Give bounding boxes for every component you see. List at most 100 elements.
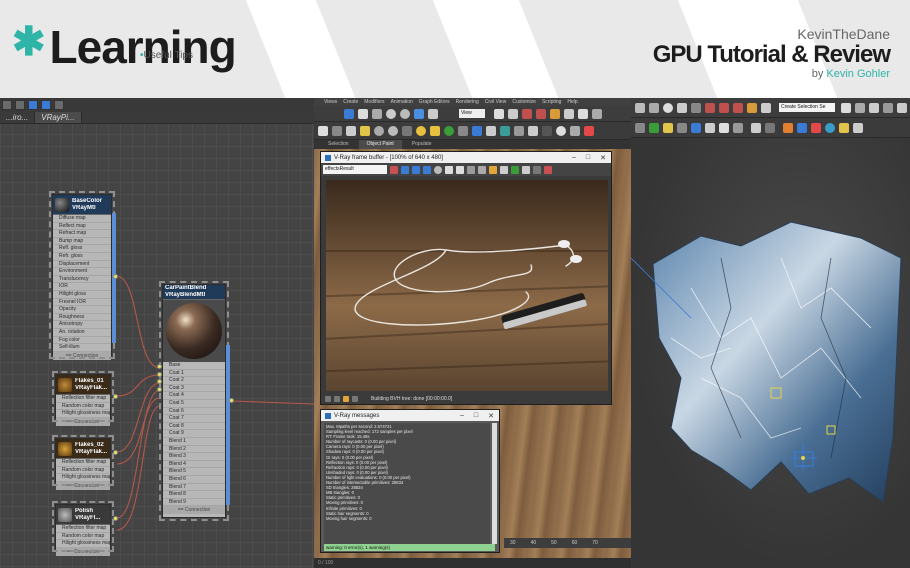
clear-icon[interactable] (467, 165, 475, 174)
link-icon[interactable] (635, 103, 645, 113)
node-slot[interactable]: Coat 3 (163, 385, 225, 393)
node-slot[interactable]: Reflect map (53, 223, 111, 231)
align-icon[interactable] (592, 109, 602, 119)
node-slot[interactable]: Coat 8 (163, 423, 225, 431)
proxy-icon[interactable] (402, 126, 412, 136)
node-slot[interactable]: Coat 5 (163, 400, 225, 408)
reference-icon[interactable] (691, 103, 701, 113)
angle-snap-icon[interactable] (522, 109, 532, 119)
node-flakes01[interactable]: Flakes_01 VRayFlak... Reflection filter m… (52, 371, 114, 426)
toggle-icon[interactable] (570, 126, 580, 136)
tab-populate[interactable]: Populate (404, 140, 440, 149)
input-port[interactable] (157, 364, 162, 369)
input-port[interactable] (157, 379, 162, 384)
phoenix-icon[interactable] (839, 123, 849, 133)
node-slot[interactable]: Reflection filter map (56, 525, 110, 533)
menu-item[interactable]: Scripting (542, 98, 561, 106)
edit-named-sets-icon[interactable] (564, 109, 574, 119)
node-slot[interactable]: Anisotropy (53, 321, 111, 329)
node-slot[interactable]: Random color map (56, 403, 110, 411)
material-icon[interactable] (388, 126, 398, 136)
render-frame-icon[interactable] (332, 126, 342, 136)
node-slot[interactable]: An. rotation (53, 329, 111, 337)
input-port[interactable] (157, 387, 162, 392)
node-slot[interactable]: Blend 1 (163, 438, 225, 446)
region-icon[interactable] (500, 165, 508, 174)
unlink-icon[interactable] (649, 103, 659, 113)
node-slot[interactable]: Fresnel IOR (53, 299, 111, 307)
lens-icon[interactable] (334, 396, 340, 402)
angle-snap-icon[interactable] (719, 103, 729, 113)
node-slot[interactable]: Random color map (56, 533, 110, 541)
timeline[interactable]: 30 40 50 60 70 (504, 538, 631, 548)
node-slot[interactable]: Hilight glossiness map (56, 410, 110, 418)
node-slot[interactable]: Environment (53, 268, 111, 276)
sun-icon[interactable] (416, 126, 426, 136)
node-slot[interactable]: Hilight gloss (53, 291, 111, 299)
output-port[interactable] (113, 274, 118, 279)
lister-icon[interactable] (542, 126, 552, 136)
render-icon[interactable] (783, 123, 793, 133)
node-slot[interactable]: Coat 9 (163, 430, 225, 438)
node-slot[interactable]: Blend 6 (163, 476, 225, 484)
alpha-channel-icon[interactable] (423, 165, 431, 174)
move-icon[interactable] (663, 103, 673, 113)
menu-item[interactable]: Customize (512, 98, 536, 106)
minimize-icon[interactable]: – (460, 412, 464, 420)
maximize-icon[interactable]: □ (474, 412, 478, 420)
menu-item[interactable]: Graph Editors (419, 98, 450, 106)
node-slot[interactable]: Coat 6 (163, 408, 225, 416)
fire-icon[interactable] (811, 123, 821, 133)
node-slot[interactable]: Blend 5 (163, 468, 225, 476)
close-icon[interactable]: ✕ (600, 154, 606, 162)
node-slot[interactable]: Coat 4 (163, 392, 225, 400)
mesh-export-icon[interactable] (528, 126, 538, 136)
physical-camera-icon[interactable] (705, 123, 715, 133)
node-slot[interactable]: Diffuse map (53, 215, 111, 223)
output-port[interactable] (113, 450, 118, 455)
select-icon[interactable] (344, 109, 354, 119)
ocean-icon[interactable] (825, 123, 835, 133)
node-slot[interactable]: Coat 7 (163, 415, 225, 423)
node-slot[interactable]: Refl. gloss (53, 245, 111, 253)
select-region-icon[interactable] (358, 109, 368, 119)
node-flakes02[interactable]: Flakes_02 VRayFlak... Reflection filter m… (52, 435, 114, 490)
save-all-icon[interactable] (456, 165, 464, 174)
maximize-icon[interactable]: □ (586, 154, 590, 162)
node-slot[interactable]: Coat 1 (163, 370, 225, 378)
stop-icon[interactable] (533, 165, 541, 174)
channel-select[interactable]: effectsResult (323, 165, 387, 174)
debug-icon[interactable] (584, 126, 594, 136)
scale-icon[interactable] (414, 109, 424, 119)
menu-item[interactable]: Help (567, 98, 577, 106)
node-slot[interactable]: Coat 2 (163, 377, 225, 385)
window-crossing-icon[interactable] (372, 109, 382, 119)
node-slot[interactable]: Hilight glossiness map (56, 474, 110, 482)
tab-selection[interactable]: Selection (320, 140, 357, 149)
output-port[interactable] (229, 398, 234, 403)
node-slot[interactable]: Random color map (56, 467, 110, 475)
exporter-icon[interactable] (514, 126, 524, 136)
place-icon[interactable] (677, 103, 687, 113)
output-port[interactable] (113, 394, 118, 399)
green-channel-icon[interactable] (401, 165, 409, 174)
node-slot[interactable]: Reflection filter map (56, 395, 110, 403)
link-icon[interactable] (522, 165, 530, 174)
node-slot[interactable]: Fog color (53, 337, 111, 345)
track-mouse-icon[interactable] (489, 165, 497, 174)
input-port[interactable] (157, 372, 162, 377)
fur-icon[interactable] (649, 123, 659, 133)
settings-icon[interactable] (853, 123, 863, 133)
stamp-icon[interactable] (352, 396, 358, 402)
vrscene-icon[interactable] (719, 123, 729, 133)
named-sets-icon[interactable] (761, 103, 771, 113)
menu-item[interactable]: Create (343, 98, 358, 106)
node-slot[interactable]: Displacement (53, 261, 111, 269)
spinner-snap-icon[interactable] (550, 109, 560, 119)
sphere-icon[interactable] (374, 126, 384, 136)
selection-set-dropdown[interactable]: Create Selection Se (779, 103, 835, 112)
graphite-icon[interactable] (883, 103, 893, 113)
render-icon[interactable] (346, 126, 356, 136)
blue-channel-icon[interactable] (412, 165, 420, 174)
red-channel-icon[interactable] (390, 165, 398, 174)
